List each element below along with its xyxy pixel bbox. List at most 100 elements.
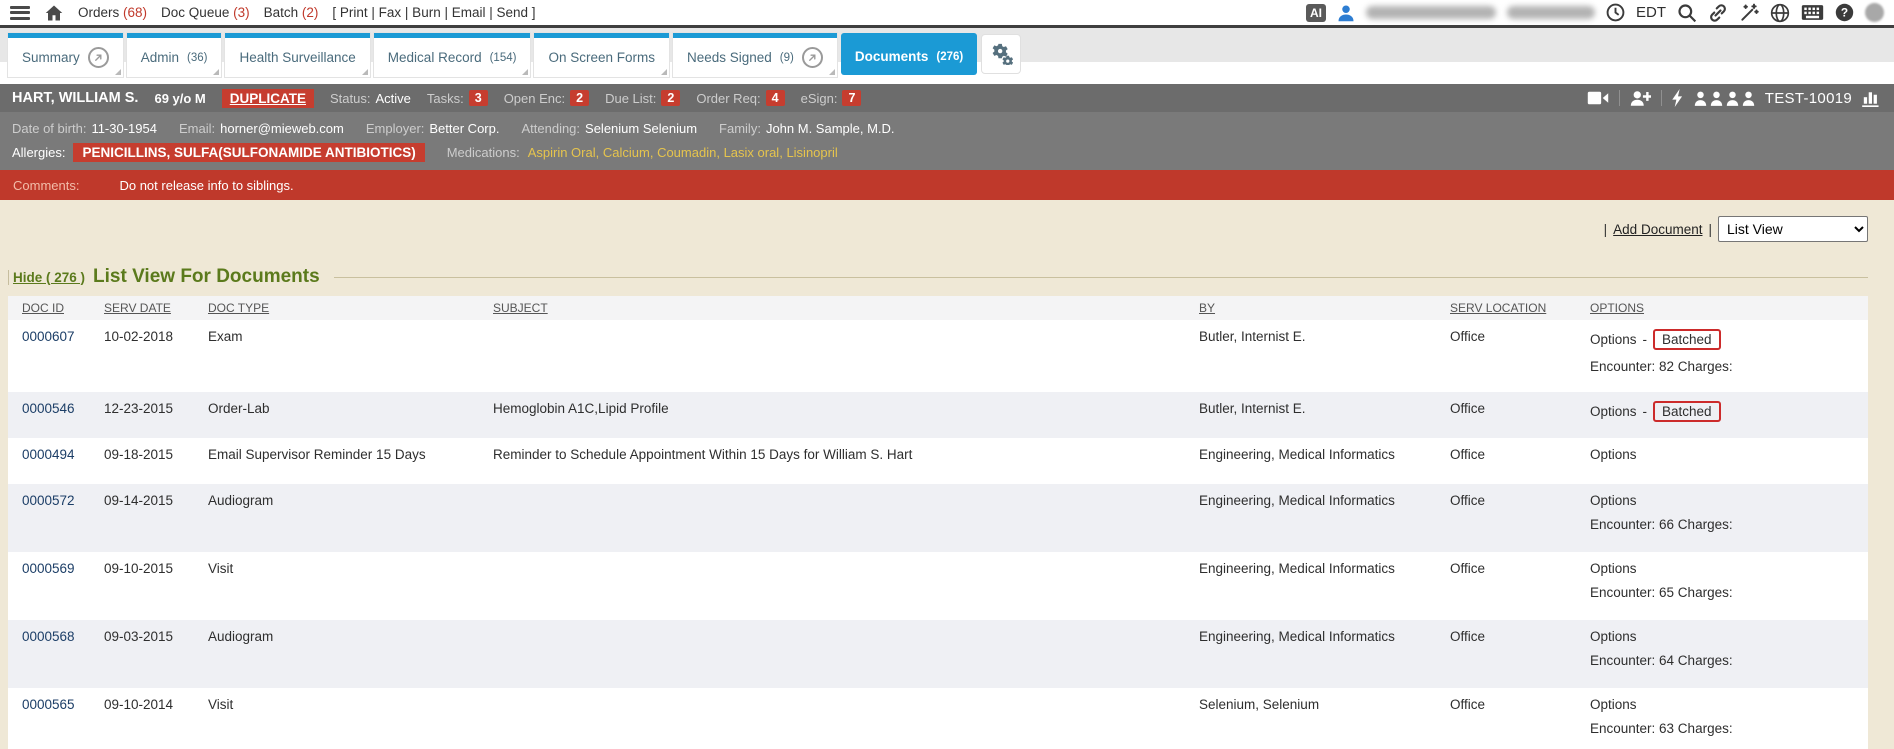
wand-icon[interactable]	[1739, 3, 1759, 23]
tab-health-surveillance[interactable]: Health Surveillance	[225, 33, 369, 77]
doc-id-cell[interactable]: 0000572	[8, 484, 104, 552]
home-icon[interactable]	[44, 4, 64, 22]
add-document-link[interactable]: Add Document	[1613, 222, 1702, 237]
doc-id-cell[interactable]: 0000565	[8, 688, 104, 749]
link-icon[interactable]	[1708, 3, 1728, 23]
duplicate-flag[interactable]: DUPLICATE	[222, 89, 314, 108]
encounter-charges-line[interactable]: Encounter: 65 Charges:	[1590, 585, 1868, 600]
batched-badge[interactable]: Batched	[1653, 401, 1721, 422]
medication-link[interactable]: Aspirin Oral	[528, 145, 596, 160]
menu-item-orders[interactable]: Orders (68)	[78, 5, 147, 20]
tab-documents[interactable]: Documents (276)	[841, 33, 977, 75]
tab-medical-record[interactable]: Medical Record (154)	[374, 33, 531, 77]
popout-arrow-icon[interactable]	[802, 47, 823, 68]
doc-id-cell[interactable]: 0000569	[8, 552, 104, 620]
by-cell: Engineering, Medical Informatics	[1199, 484, 1450, 552]
col-doc-id[interactable]: DOC ID	[8, 301, 104, 315]
encounter-charges-line[interactable]: Encounter: 64 Charges:	[1590, 653, 1868, 668]
subject-cell: Reminder to Schedule Appointment Within …	[493, 438, 1199, 484]
doc-id-cell[interactable]: 0000568	[8, 620, 104, 688]
hide-link[interactable]: Hide ( 276 )	[8, 270, 85, 285]
user-icon[interactable]	[1337, 4, 1355, 22]
globe-icon[interactable]	[1770, 3, 1790, 23]
redacted-avatar[interactable]	[1865, 3, 1884, 22]
tab-needs-signed[interactable]: Needs Signed (9)	[673, 33, 837, 77]
col-serv-location[interactable]: SERV LOCATION	[1450, 301, 1590, 315]
patient-age-sex: 69 y/o M	[154, 91, 205, 106]
documents-table: DOC ID SERV DATE DOC TYPE SUBJECT BY SER…	[8, 296, 1868, 749]
options-link[interactable]: Options	[1590, 493, 1637, 508]
help-icon[interactable]: ?	[1835, 3, 1854, 22]
divider	[1619, 90, 1620, 106]
table-row: 000060710-02-2018ExamButler, Internist E…	[8, 320, 1868, 392]
print-fax-burn-email-send-actions[interactable]: [ Print | Fax | Burn | Email | Send ]	[332, 5, 535, 20]
doc-id-cell[interactable]: 0000494	[8, 438, 104, 484]
serv-location-cell: Office	[1450, 392, 1590, 438]
col-options[interactable]: OPTIONS	[1590, 301, 1868, 315]
keyboard-icon[interactable]	[1801, 4, 1824, 21]
hamburger-menu-icon[interactable]	[10, 6, 30, 20]
encounter-charges-line[interactable]: Encounter: 82 Charges:	[1590, 359, 1868, 374]
popout-arrow-icon[interactable]	[88, 47, 109, 68]
encounter-charges-line[interactable]: Encounter: 66 Charges:	[1590, 517, 1868, 532]
family-field: Family: John M. Sample, M.D.	[719, 121, 895, 136]
due-list-badge[interactable]: 2	[661, 90, 680, 106]
ai-badge[interactable]: AI	[1306, 4, 1326, 22]
tab-count: (154)	[490, 52, 517, 64]
allergy-badge[interactable]: PENICILLINS, SULFA(SULFONAMIDE ANTIBIOTI…	[73, 143, 424, 162]
options-link[interactable]: Options	[1590, 697, 1637, 712]
dob-field: Date of birth: 11-30-1954	[12, 121, 157, 136]
page-title: List View For Documents	[93, 266, 320, 288]
menu-item-batch[interactable]: Batch (2)	[264, 5, 319, 20]
tab-admin[interactable]: Admin (36)	[127, 33, 222, 77]
tab-on-screen-forms[interactable]: On Screen Forms	[534, 33, 669, 77]
chart-id: TEST-10019	[1765, 90, 1852, 107]
medication-link[interactable]: Lisinopril	[786, 145, 837, 160]
employer-field: Employer: Better Corp.	[366, 121, 500, 136]
medication-link[interactable]: Lasix oral	[724, 145, 780, 160]
open-enc-badge[interactable]: 2	[570, 90, 589, 106]
tab-label: On Screen Forms	[548, 50, 655, 65]
medication-link[interactable]: Calcium	[603, 145, 650, 160]
table-header-row: DOC ID SERV DATE DOC TYPE SUBJECT BY SER…	[8, 296, 1868, 320]
top-menu-left: Orders (68) Doc Queue (3) Batch (2) [ Pr…	[10, 4, 536, 22]
medication-link[interactable]: Coumadin	[657, 145, 716, 160]
esign-counter: eSign: 7	[801, 90, 862, 106]
bar-chart-icon[interactable]	[1862, 89, 1882, 107]
doc-type-cell: Email Supervisor Reminder 15 Days	[208, 438, 493, 484]
menu-item-doc-queue[interactable]: Doc Queue (3)	[161, 5, 250, 20]
employer-value: Better Corp.	[429, 121, 499, 136]
tab-settings-button[interactable]	[981, 34, 1021, 74]
col-by[interactable]: BY	[1199, 301, 1450, 315]
view-select[interactable]: List View	[1718, 216, 1868, 242]
lightning-icon[interactable]	[1672, 89, 1684, 107]
add-person-icon[interactable]	[1630, 90, 1651, 107]
tab-summary[interactable]: Summary	[8, 33, 123, 77]
options-link[interactable]: Options	[1590, 404, 1637, 419]
patient-name[interactable]: HART, WILLIAM S.	[12, 90, 138, 106]
options-cell: Options Encounter: 63 Charges:	[1590, 688, 1868, 749]
subject-cell	[493, 620, 1199, 688]
video-camera-icon[interactable]	[1587, 90, 1609, 106]
batch-count: (2)	[302, 5, 319, 20]
order-req-badge[interactable]: 4	[766, 90, 785, 106]
doc-id-cell[interactable]: 0000607	[8, 320, 104, 392]
col-doc-type[interactable]: DOC TYPE	[208, 301, 493, 315]
care-team-icons[interactable]	[1694, 91, 1755, 106]
options-link[interactable]: Options	[1590, 629, 1637, 644]
demographics-row: Date of birth: 11-30-1954 Email: horner@…	[12, 116, 1882, 140]
doc-id-cell[interactable]: 0000546	[8, 392, 104, 438]
esign-badge[interactable]: 7	[842, 90, 861, 106]
timezone-label[interactable]: EDT	[1636, 4, 1666, 21]
encounter-charges-line[interactable]: Encounter: 63 Charges:	[1590, 721, 1868, 736]
col-subject[interactable]: SUBJECT	[493, 301, 1199, 315]
options-link[interactable]: Options	[1590, 447, 1637, 462]
options-link[interactable]: Options	[1590, 332, 1637, 347]
batched-badge[interactable]: Batched	[1653, 329, 1721, 350]
email-value[interactable]: horner@mieweb.com	[220, 121, 344, 136]
tasks-badge[interactable]: 3	[469, 90, 488, 106]
search-icon[interactable]	[1677, 3, 1697, 23]
options-link[interactable]: Options	[1590, 561, 1637, 576]
clock-icon[interactable]	[1606, 3, 1625, 22]
col-serv-date[interactable]: SERV DATE	[104, 301, 208, 315]
